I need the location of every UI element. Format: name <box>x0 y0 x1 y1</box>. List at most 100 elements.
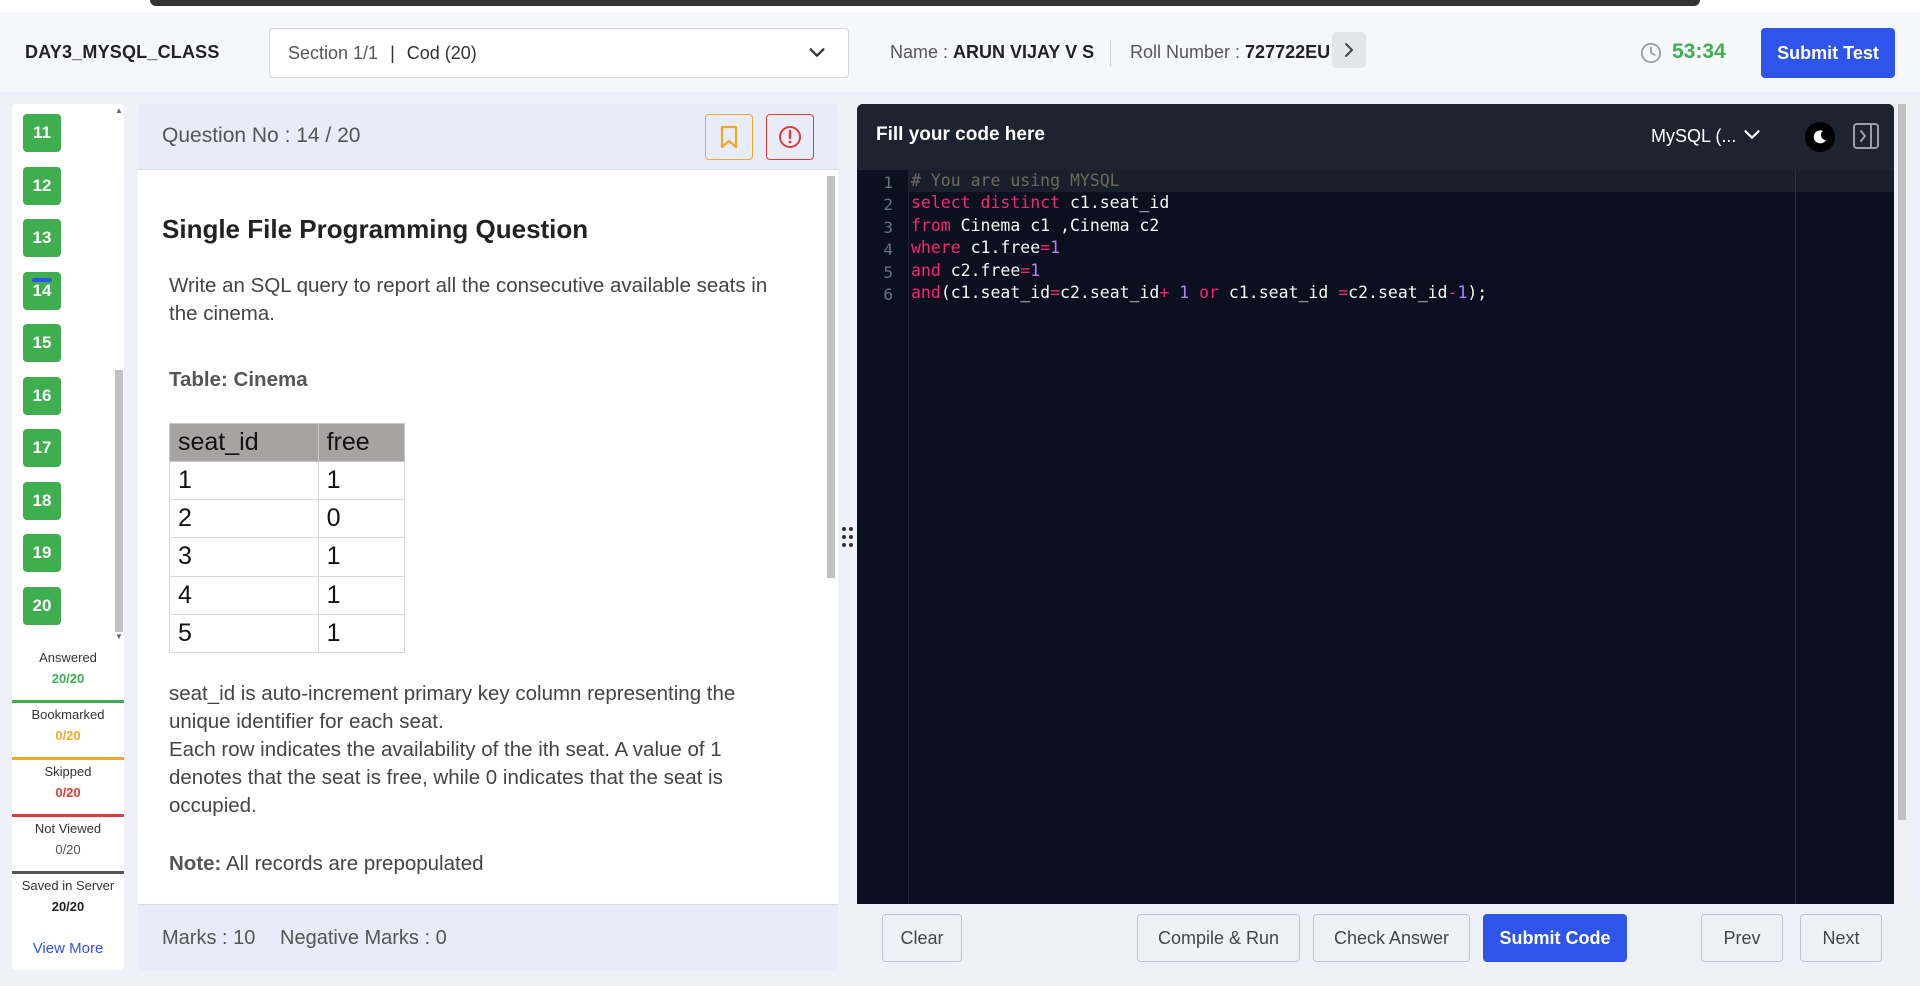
note-label: Note: <box>169 852 222 875</box>
editor-scrollbar[interactable] <box>1897 104 1907 904</box>
table-row: 20 <box>169 499 406 539</box>
answered-indicator-line <box>12 700 124 703</box>
check-answer-button[interactable]: Check Answer <box>1313 914 1470 962</box>
question-button-11[interactable]: 11 <box>23 114 61 152</box>
scroll-down-icon[interactable]: ▼ <box>115 632 123 641</box>
section-separator: | <box>390 42 395 63</box>
table-cell: 0 <box>317 499 406 539</box>
question-button-14-current[interactable]: 14 <box>23 272 61 310</box>
code-line-6: and(c1.seat_id=c2.seat_id+ 1 or c1.seat_… <box>911 283 1488 302</box>
line-number: 3 <box>883 218 893 237</box>
table-cell: 3 <box>169 537 319 577</box>
prev-button[interactable]: Prev <box>1701 914 1783 962</box>
question-title: Single File Programming Question <box>162 214 589 244</box>
table-cell: 1 <box>317 575 406 615</box>
table-header-cell: free <box>317 423 406 462</box>
skipped-indicator-line <box>12 814 124 817</box>
expand-info-button[interactable] <box>1332 32 1366 68</box>
table-cell: 1 <box>317 460 406 501</box>
marks-label: Marks : 10 <box>162 927 256 949</box>
not-viewed-indicator-line <box>12 871 124 874</box>
table-header-row: seat_id free <box>169 423 406 462</box>
stat-saved-in-server: Saved in Server 20/20 <box>21 878 115 914</box>
bookmark-icon <box>720 125 738 149</box>
table-cell: 4 <box>169 575 319 615</box>
stat-bookmarked: Bookmarked 0/20 <box>31 707 105 743</box>
browser-top-strip <box>0 0 1920 12</box>
table-cell: 1 <box>317 537 406 577</box>
scrollbar-thumb[interactable] <box>827 176 835 578</box>
question-list-scrollbar[interactable]: ▲ ▼ <box>112 104 124 642</box>
scroll-up-icon[interactable]: ▲ <box>115 106 123 115</box>
question-button-19[interactable]: 19 <box>23 534 61 572</box>
editor-header: Fill your code here MySQL (... <box>857 104 1894 170</box>
table-cell: 5 <box>169 613 319 654</box>
code-line-3: from Cinema c1 ,Cinema c2 <box>911 216 1160 235</box>
section-dropdown[interactable]: Section 1/1 | Cod (20) <box>269 28 849 78</box>
scrollbar-thumb[interactable] <box>1898 104 1906 820</box>
roll-value: 727722EU <box>1245 42 1331 62</box>
table-row: 51 <box>169 613 406 654</box>
question-number-list: 11 12 13 14 15 16 17 18 19 20 ▲ ▼ <box>12 104 124 642</box>
table-caption: Table: Cinema <box>169 368 308 391</box>
editor-title: Fill your code here <box>876 124 1045 145</box>
submit-code-button[interactable]: Submit Code <box>1483 914 1627 962</box>
table-cell: 2 <box>169 499 319 539</box>
drag-handle-icon[interactable] <box>841 526 855 548</box>
question-button-16[interactable]: 16 <box>23 377 61 415</box>
question-header: Question No : 14 / 20 <box>138 104 838 170</box>
roll-number: Roll Number : 727722EU <box>1130 42 1332 63</box>
candidate-name: Name : ARUN VIJAY V S <box>890 42 1094 63</box>
question-button-12[interactable]: 12 <box>23 167 61 205</box>
question-footer: Marks : 10 Negative Marks : 0 <box>138 904 838 970</box>
scrollbar-thumb[interactable] <box>115 370 123 632</box>
bookmark-button[interactable] <box>705 114 753 160</box>
question-number: Question No : 14 / 20 <box>162 124 361 147</box>
roll-label: Roll Number : <box>1130 42 1241 62</box>
chevron-down-icon <box>809 48 825 57</box>
question-note: Note: All records are prepopulated <box>169 850 789 878</box>
collapse-panel-icon[interactable] <box>1852 122 1880 150</box>
code-line-2: select distinct c1.seat_id <box>911 193 1170 212</box>
question-navigator: 11 12 13 14 15 16 17 18 19 20 ▲ ▼ Answer… <box>12 104 124 970</box>
line-number: 6 <box>883 285 893 304</box>
theme-toggle-button[interactable] <box>1805 122 1835 152</box>
section-value: Cod (20) <box>406 42 477 63</box>
question-button-18[interactable]: 18 <box>23 482 61 520</box>
line-number: 2 <box>883 195 893 214</box>
code-input-area[interactable]: # You are using MYSQL select distinct c1… <box>909 170 1894 904</box>
cinema-sample-table: seat_id free 11 20 31 41 51 <box>169 423 406 654</box>
question-body-scrollbar[interactable] <box>826 176 836 896</box>
question-body: Single File Programming Question Write a… <box>138 170 838 904</box>
submit-test-button[interactable]: Submit Test <box>1761 28 1895 78</box>
language-dropdown[interactable]: MySQL (... <box>1651 126 1736 147</box>
clear-button[interactable]: Clear <box>882 914 962 962</box>
table-cell: 1 <box>169 460 319 501</box>
table-header-cell: seat_id <box>169 423 319 462</box>
code-line-4: where c1.free=1 <box>911 238 1061 257</box>
chevron-down-icon[interactable] <box>1741 124 1763 146</box>
next-button[interactable]: Next <box>1800 914 1882 962</box>
compile-run-button[interactable]: Compile & Run <box>1137 914 1300 962</box>
report-issue-button[interactable] <box>766 114 814 160</box>
code-line-5: and c2.free=1 <box>911 261 1041 280</box>
stat-skipped: Skipped 0/20 <box>44 764 92 800</box>
view-more-link[interactable]: View More <box>12 940 124 957</box>
code-line-1: # You are using MYSQL <box>911 171 1120 190</box>
editor-actions: Clear Compile & Run Check Answer Submit … <box>857 904 1894 970</box>
negative-marks-label: Negative Marks : 0 <box>280 927 447 949</box>
question-button-15[interactable]: 15 <box>23 324 61 362</box>
table-cell: 1 <box>317 613 406 654</box>
question-button-13[interactable]: 13 <box>23 219 61 257</box>
table-row: 41 <box>169 575 406 615</box>
chevron-right-icon <box>1345 43 1354 57</box>
question-button-20[interactable]: 20 <box>23 587 61 625</box>
question-button-17[interactable]: 17 <box>23 429 61 467</box>
stat-not-viewed: Not Viewed 0/20 <box>34 821 102 857</box>
countdown-timer: 53:34 <box>1672 40 1726 63</box>
code-editor-panel: Fill your code here MySQL (... 1 2 3 4 5… <box>857 104 1894 904</box>
table-row: 11 <box>169 460 406 501</box>
line-number: 4 <box>883 240 893 259</box>
header-divider <box>1110 40 1111 66</box>
stat-answered: Answered 20/20 <box>39 650 97 686</box>
